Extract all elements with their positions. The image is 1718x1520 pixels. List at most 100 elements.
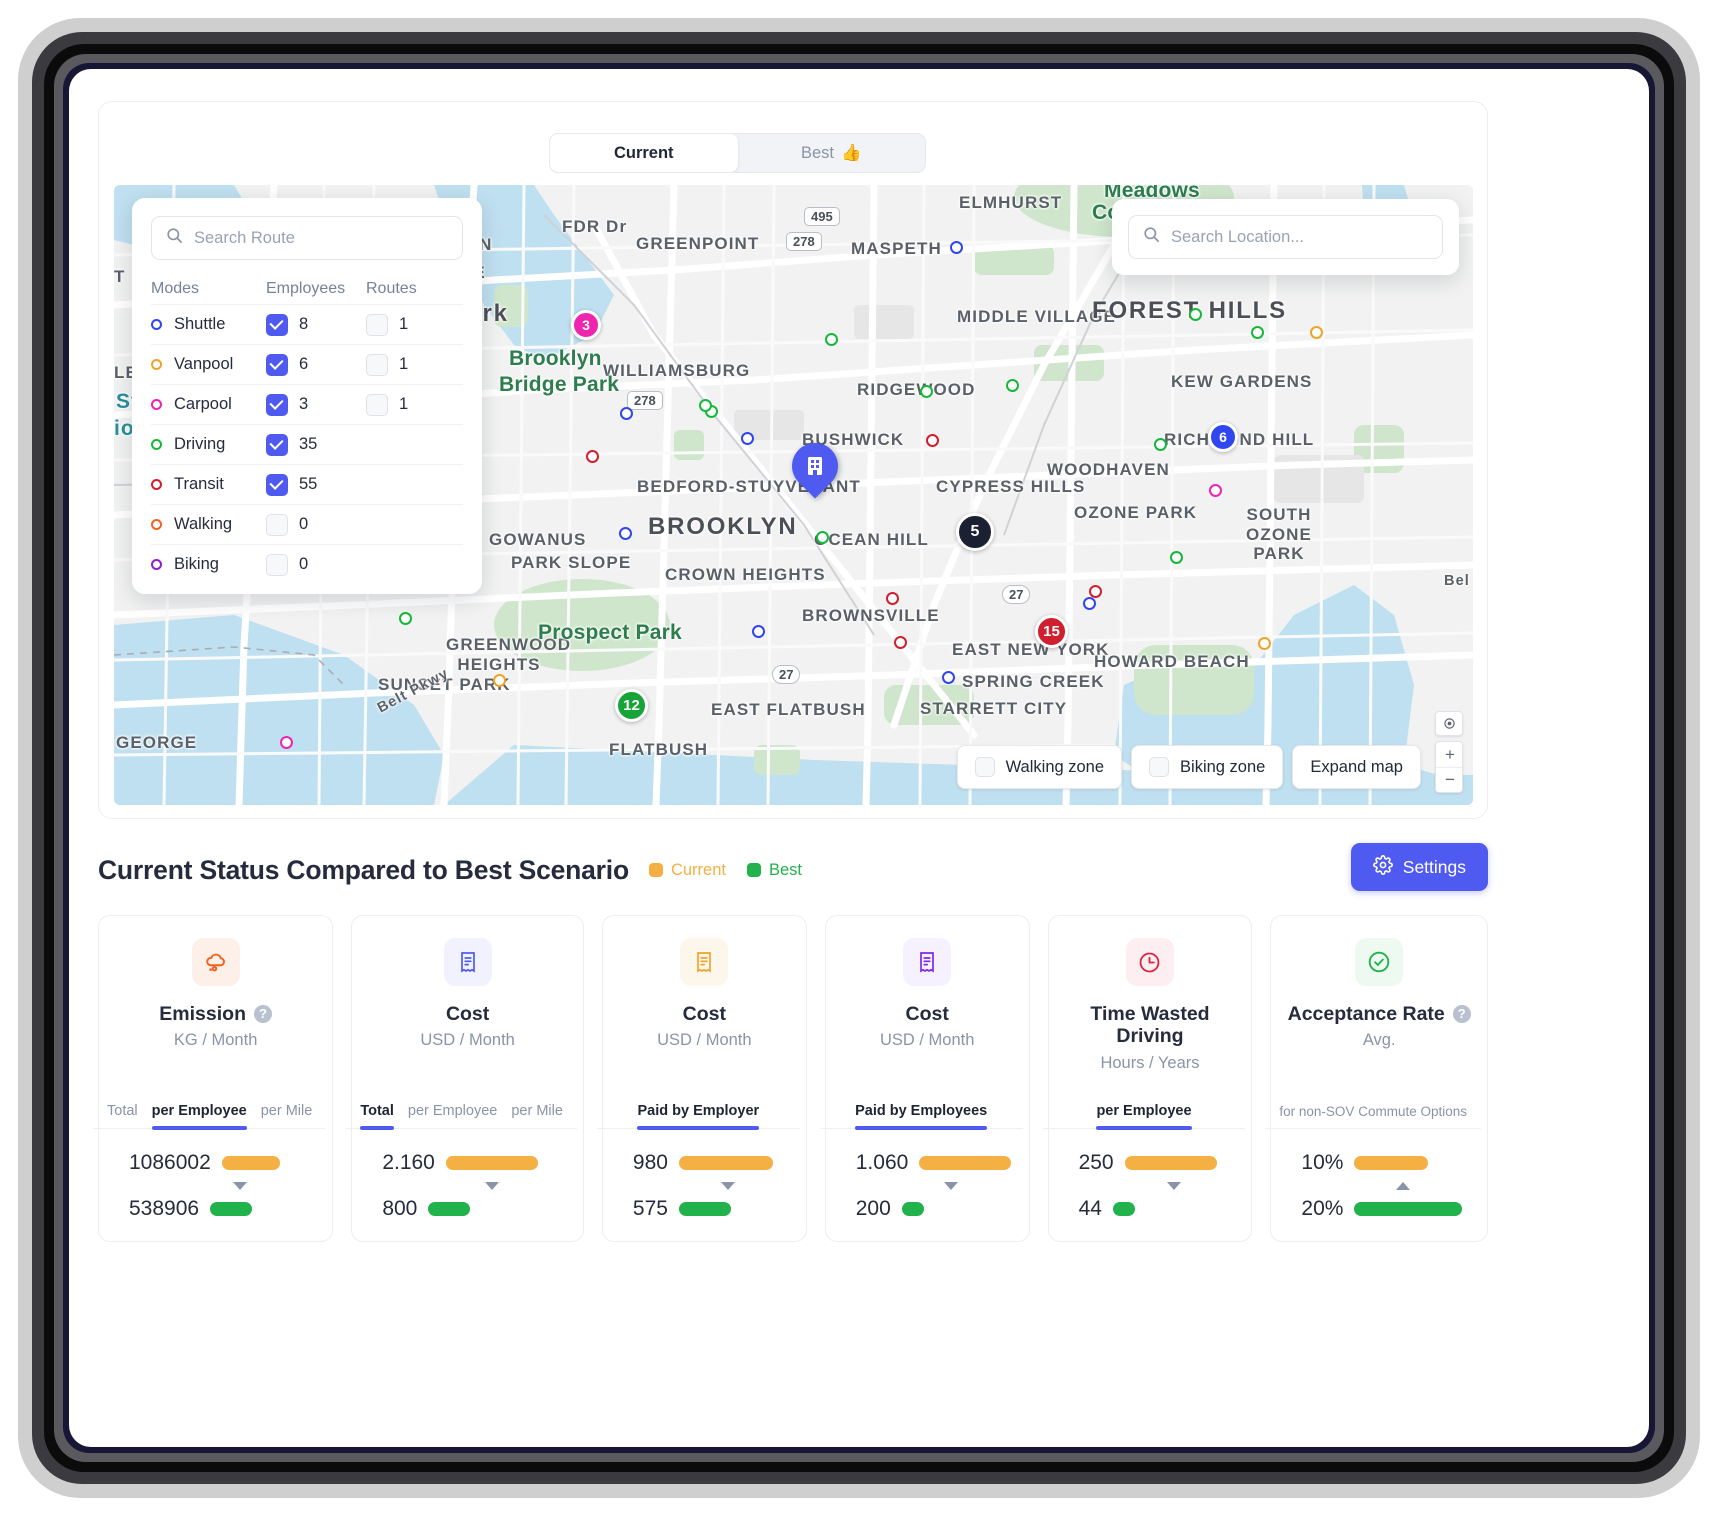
value-row-best: 20% xyxy=(1287,1197,1471,1221)
map-canvas[interactable]: ELMHURST GREENPOINT MASPETH MIDDLE VILLA… xyxy=(114,185,1473,805)
walking-zone-toggle[interactable]: Walking zone xyxy=(956,745,1123,789)
table-row[interactable]: Driving 35 xyxy=(151,424,463,464)
map-cluster-marker[interactable]: 12 xyxy=(615,689,648,722)
walking-zone-label: Walking zone xyxy=(1005,757,1105,776)
mode-color-ring-icon xyxy=(151,439,162,450)
mode-label: Driving xyxy=(174,435,226,453)
best-bar xyxy=(210,1202,253,1216)
mode-color-ring-icon xyxy=(151,399,162,410)
expand-map-button[interactable]: Expand map xyxy=(1292,745,1421,789)
employees-checkbox[interactable] xyxy=(266,553,288,576)
card-tab-per-employee[interactable]: per Employee xyxy=(151,1103,247,1130)
device-bezel-mid: Current Best 👍 ELMHURST GREENPOINT MASPE… xyxy=(32,32,1686,1484)
routes-checkbox[interactable] xyxy=(366,393,388,416)
card-tab-paid-by-employer[interactable]: Paid by Employer xyxy=(637,1103,759,1130)
mode-color-ring-icon xyxy=(151,479,162,490)
value-row-best: 538906 xyxy=(115,1197,316,1221)
thumbs-up-icon: 👍 xyxy=(840,143,862,162)
check-circle-icon xyxy=(1355,938,1404,986)
tab-current[interactable]: Current xyxy=(550,134,738,172)
scenario-segmented-control[interactable]: Current Best 👍 xyxy=(549,133,926,173)
table-row[interactable]: Vanpool 6 1 xyxy=(151,344,463,384)
highway-shield-495: 495 xyxy=(804,207,840,226)
current-bar xyxy=(1354,1156,1429,1170)
map-panel: Current Best 👍 ELMHURST GREENPOINT MASPE… xyxy=(98,101,1488,819)
app-root: Current Best 👍 ELMHURST GREENPOINT MASPE… xyxy=(93,101,1488,1291)
employees-checkbox[interactable] xyxy=(266,433,288,456)
card-tab-per-employee[interactable]: per Employee xyxy=(408,1103,497,1128)
tab-best[interactable]: Best 👍 xyxy=(738,134,926,172)
current-bar xyxy=(1124,1156,1217,1170)
value-row-current: 1.060 xyxy=(842,1151,1013,1175)
zoom-in-button[interactable]: + xyxy=(1436,742,1462,767)
card-values: 250 44 xyxy=(1061,1129,1240,1241)
search-location-box[interactable] xyxy=(1128,215,1443,259)
employees-checkbox[interactable] xyxy=(266,393,288,416)
card-tab-per-employee[interactable]: per Employee xyxy=(1096,1103,1192,1130)
card-tabs: per Employee xyxy=(1042,1103,1246,1130)
current-bar xyxy=(919,1156,1012,1170)
map-cluster-marker[interactable]: 5 xyxy=(956,513,994,551)
settings-button[interactable]: Settings xyxy=(1350,843,1488,891)
search-location-input[interactable] xyxy=(1171,227,1429,247)
tab-best-label: Best xyxy=(800,143,834,162)
card-tab-total[interactable]: Total xyxy=(107,1103,138,1128)
walking-zone-checkbox[interactable] xyxy=(974,757,995,777)
routes-checkbox[interactable] xyxy=(366,313,388,336)
mode-label: Biking xyxy=(174,555,219,573)
value-row-best: 200 xyxy=(842,1197,1013,1221)
help-icon[interactable]: ? xyxy=(254,1005,272,1024)
card-tab-per-mile[interactable]: per Mile xyxy=(511,1103,563,1128)
search-route-input[interactable] xyxy=(194,228,449,248)
map-cluster-marker[interactable]: 15 xyxy=(1035,615,1068,648)
table-row[interactable]: Walking 0 xyxy=(151,504,463,544)
card-values: 2.160 800 xyxy=(364,1129,571,1241)
value-row-current: 10% xyxy=(1287,1151,1471,1175)
biking-zone-checkbox[interactable] xyxy=(1149,757,1170,777)
employees-checkbox[interactable] xyxy=(266,513,288,536)
current-value: 250 xyxy=(1078,1151,1114,1174)
stats-header: Current Status Compared to Best Scenario… xyxy=(98,843,1488,893)
card-tab-paid-by-employees[interactable]: Paid by Employees xyxy=(855,1103,988,1130)
card-tab-per-mile[interactable]: per Mile xyxy=(261,1103,313,1128)
biking-zone-toggle[interactable]: Biking zone xyxy=(1131,745,1284,789)
routes-checkbox[interactable] xyxy=(366,353,388,376)
zoom-out-button[interactable]: − xyxy=(1436,767,1462,792)
table-row[interactable]: Transit 55 xyxy=(151,464,463,504)
help-icon[interactable]: ? xyxy=(1452,1005,1471,1024)
value-row-current: 1086002 xyxy=(115,1151,316,1175)
table-row[interactable]: Shuttle 8 1 xyxy=(151,304,463,344)
emission-cloud-icon xyxy=(191,938,240,986)
mode-color-ring-icon xyxy=(151,559,162,570)
col-modes: Modes xyxy=(151,280,200,297)
employees-checkbox[interactable] xyxy=(266,353,288,376)
table-row[interactable]: Carpool 3 1 xyxy=(151,384,463,424)
card-unit: Hours / Years xyxy=(1100,1053,1200,1072)
map-zoom-controls: + − xyxy=(1435,711,1463,793)
map-cluster-marker[interactable]: 6 xyxy=(1208,422,1238,452)
card-unit: KG / Month xyxy=(173,1031,258,1050)
search-route-box[interactable] xyxy=(151,216,463,260)
card-tabs: for non-SOV Commute Options xyxy=(1265,1104,1481,1129)
value-row-current: 2.160 xyxy=(368,1151,567,1175)
stat-card-acceptance-rate: Acceptance Rate ? Avg. for non-SOV Commu… xyxy=(1265,915,1488,1242)
card-tab-total[interactable]: Total xyxy=(360,1103,394,1130)
card-title: Acceptance Rate ? xyxy=(1288,1003,1471,1025)
card-values: 1086002 538906 xyxy=(111,1129,320,1241)
employees-checkbox[interactable] xyxy=(266,473,288,496)
mode-color-ring-icon xyxy=(151,319,162,330)
device-bezel-outer: Current Best 👍 ELMHURST GREENPOINT MASPE… xyxy=(18,18,1700,1498)
table-row[interactable]: Biking 0 xyxy=(151,544,463,584)
stat-card-cost-employees: Cost USD / Month Paid by Employees 1.060 xyxy=(819,915,1030,1242)
current-bar xyxy=(221,1156,280,1170)
card-unit: Avg. xyxy=(1362,1031,1396,1050)
current-value: 980 xyxy=(632,1151,668,1174)
card-values: 980 575 xyxy=(615,1129,794,1241)
device-bezel-glow: Current Best 👍 ELMHURST GREENPOINT MASPE… xyxy=(54,54,1664,1462)
employees-checkbox[interactable] xyxy=(266,313,288,336)
best-bar xyxy=(678,1202,731,1216)
mode-label: Walking xyxy=(174,515,233,533)
locate-me-button[interactable] xyxy=(1435,711,1463,736)
current-value: 1.060 xyxy=(855,1151,909,1174)
map-cluster-marker[interactable]: 3 xyxy=(571,310,601,340)
